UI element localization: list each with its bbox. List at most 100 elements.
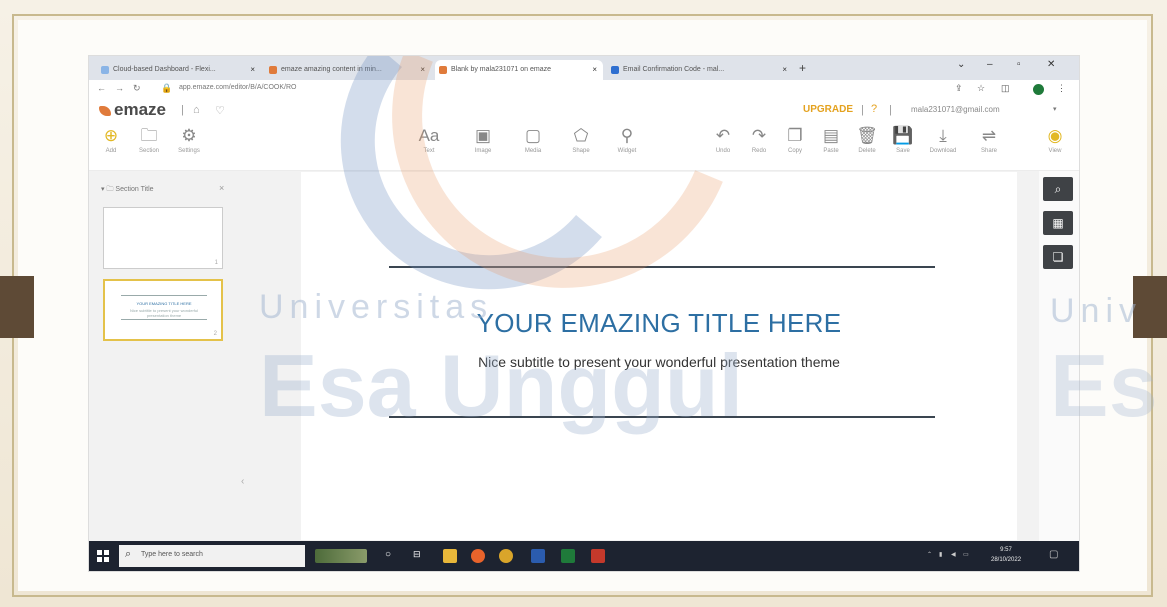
slide-thumbnail[interactable]: 1	[103, 207, 223, 269]
settings-button[interactable]: ⚙ Settings	[171, 125, 207, 154]
tab-favicon-icon	[439, 66, 447, 74]
browser-tab[interactable]: emaze amazing content in min... ×	[265, 60, 431, 80]
back-arrow-icon[interactable]: ←	[97, 83, 106, 93]
tray-chevron-icon[interactable]: ⌃	[927, 551, 932, 558]
paste-button[interactable]: ▤ Paste	[813, 125, 849, 154]
slide-subtitle[interactable]: Nice subtitle to present your wonderful …	[301, 354, 1017, 370]
windows-start-icon[interactable]	[97, 550, 109, 562]
window-close-icon[interactable]: ✕	[1047, 59, 1055, 70]
task-view-icon[interactable]: ○	[385, 549, 399, 563]
media-label: Media	[524, 148, 542, 154]
browser-menu-icon[interactable]: ⋮	[1057, 83, 1066, 94]
word-icon[interactable]	[531, 549, 545, 563]
chrome-icon[interactable]	[499, 549, 513, 563]
close-icon[interactable]: ×	[219, 183, 224, 193]
profile-avatar[interactable]	[1033, 84, 1044, 95]
tab-label: Blank by mala231071 on emaze	[451, 66, 552, 73]
delete-button[interactable]: 🗑 Delete	[849, 125, 885, 154]
slide-canvas[interactable]: YOUR EMAZING TITLE HERE Nice subtitle to…	[301, 172, 1017, 540]
pentagon-icon: ⬠	[573, 126, 589, 145]
close-icon[interactable]: ×	[592, 60, 597, 80]
text-button[interactable]: Aa Text	[411, 125, 447, 154]
app-logo[interactable]: emaze	[114, 100, 166, 120]
file-explorer-icon[interactable]	[443, 549, 457, 563]
view-icon: ◉	[1047, 126, 1063, 145]
minimize-icon[interactable]: –	[987, 59, 993, 70]
browser-tab-bar: Cloud-based Dashboard - Flexi... × emaze…	[89, 56, 1079, 80]
share-page-icon[interactable]: ⇪	[955, 83, 963, 94]
save-icon: 💾	[892, 126, 914, 145]
taskbar-widget[interactable]	[315, 549, 367, 563]
emaze-logo-icon	[99, 106, 111, 116]
taskbar-search[interactable]: ⌕ Type here to search	[119, 545, 305, 567]
slide-title[interactable]: YOUR EMAZING TITLE HERE	[301, 308, 1017, 339]
close-icon[interactable]: ×	[250, 60, 255, 80]
browser-tab[interactable]: Email Confirmation Code - mal... ×	[607, 60, 793, 80]
bookmark-star-icon[interactable]: ☆	[977, 83, 985, 94]
folder-icon: 🗀	[140, 126, 158, 145]
network-icon[interactable]: ▮	[939, 551, 942, 558]
lock-icon: 🔒	[161, 83, 173, 93]
widget-icon: ⚲	[620, 126, 634, 145]
powerpoint-icon[interactable]	[591, 549, 605, 563]
widget-button[interactable]: ⚲ Widget	[609, 125, 645, 154]
home-icon[interactable]: ⌂	[193, 104, 200, 116]
media-icon: ▢	[524, 126, 542, 145]
multitask-icon[interactable]: ⊟	[413, 549, 427, 563]
shape-label: Shape	[572, 148, 590, 154]
section-title: Section Title	[115, 186, 154, 193]
paste-icon: ▤	[822, 126, 840, 145]
zoom-search-icon[interactable]: ⌕	[1043, 177, 1073, 201]
tab-search-chevron-icon[interactable]: ⌄	[957, 59, 965, 70]
share-button[interactable]: ⇌ Share	[971, 125, 1007, 154]
app-header: emaze | ⌂ ♡ UPGRADE | ? | mala231071@gma…	[89, 100, 1079, 122]
taskbar-clock[interactable]: 9:57 28/10/2022	[991, 545, 1021, 565]
volume-icon[interactable]: ◀	[951, 551, 956, 558]
reload-icon[interactable]: ↻	[133, 83, 141, 94]
download-button[interactable]: ⤓ Download	[925, 125, 961, 154]
shape-button[interactable]: ⬠ Shape	[563, 125, 599, 154]
close-icon[interactable]: ×	[782, 60, 787, 80]
close-icon[interactable]: ×	[420, 60, 425, 80]
undo-button[interactable]: ↶ Undo	[705, 125, 741, 154]
save-button[interactable]: 💾 Save	[885, 125, 921, 154]
add-button[interactable]: ⊕ Add	[93, 125, 129, 154]
section-label: Section	[138, 148, 159, 154]
text-label: Text	[423, 148, 435, 154]
slide-top-rule	[389, 266, 935, 268]
forward-arrow-icon[interactable]: →	[115, 83, 124, 93]
chevron-down-icon[interactable]: ▾	[1053, 105, 1057, 113]
image-button[interactable]: ▣ Image	[465, 125, 501, 154]
section-button[interactable]: 🗀 Section	[131, 125, 167, 154]
slide-number: 2	[213, 331, 217, 337]
browser-tab[interactable]: Cloud-based Dashboard - Flexi... ×	[97, 60, 261, 80]
thumb-subtitle: Nice subtitle to present your wonderful …	[129, 308, 199, 318]
gear-icon: ⚙	[181, 126, 197, 145]
thumb-rule	[121, 319, 207, 320]
help-button[interactable]: ?	[871, 103, 877, 115]
battery-icon[interactable]: ▭	[963, 551, 969, 558]
view-button[interactable]: ◉ View	[1037, 125, 1073, 154]
notification-icon[interactable]: ▢	[1049, 549, 1058, 560]
section-header[interactable]: ▾ 🗀 Section Title	[101, 185, 154, 196]
collapse-panel-chevron-icon[interactable]: ‹	[241, 476, 244, 487]
copy-button[interactable]: ❐ Copy	[777, 125, 813, 154]
tab-favicon-icon	[611, 66, 619, 74]
share-icon: ⇌	[981, 126, 997, 145]
url-field[interactable]: app.emaze.com/editor/B/A/COOK/RO	[179, 84, 297, 91]
new-tab-plus-icon[interactable]: +	[799, 61, 806, 75]
sidepanel-icon[interactable]: ◫	[1001, 83, 1010, 94]
maximize-icon[interactable]: ▫	[1017, 59, 1021, 70]
media-button[interactable]: ▢ Media	[515, 125, 551, 154]
lightbulb-icon[interactable]: ♡	[215, 104, 225, 117]
comments-icon[interactable]: ❏	[1043, 245, 1073, 269]
slide-thumbnail-selected[interactable]: YOUR EMAZING TITLE HERE Nice subtitle to…	[103, 279, 223, 341]
user-email-menu[interactable]: mala231071@gmail.com	[911, 105, 1000, 114]
redo-button[interactable]: ↷ Redo	[741, 125, 777, 154]
grid-icon[interactable]: ▦	[1043, 211, 1073, 235]
right-side-tab	[1133, 276, 1167, 338]
firefox-icon[interactable]	[471, 549, 485, 563]
browser-tab-active[interactable]: Blank by mala231071 on emaze ×	[435, 60, 603, 80]
excel-icon[interactable]	[561, 549, 575, 563]
upgrade-button[interactable]: UPGRADE	[803, 104, 853, 115]
